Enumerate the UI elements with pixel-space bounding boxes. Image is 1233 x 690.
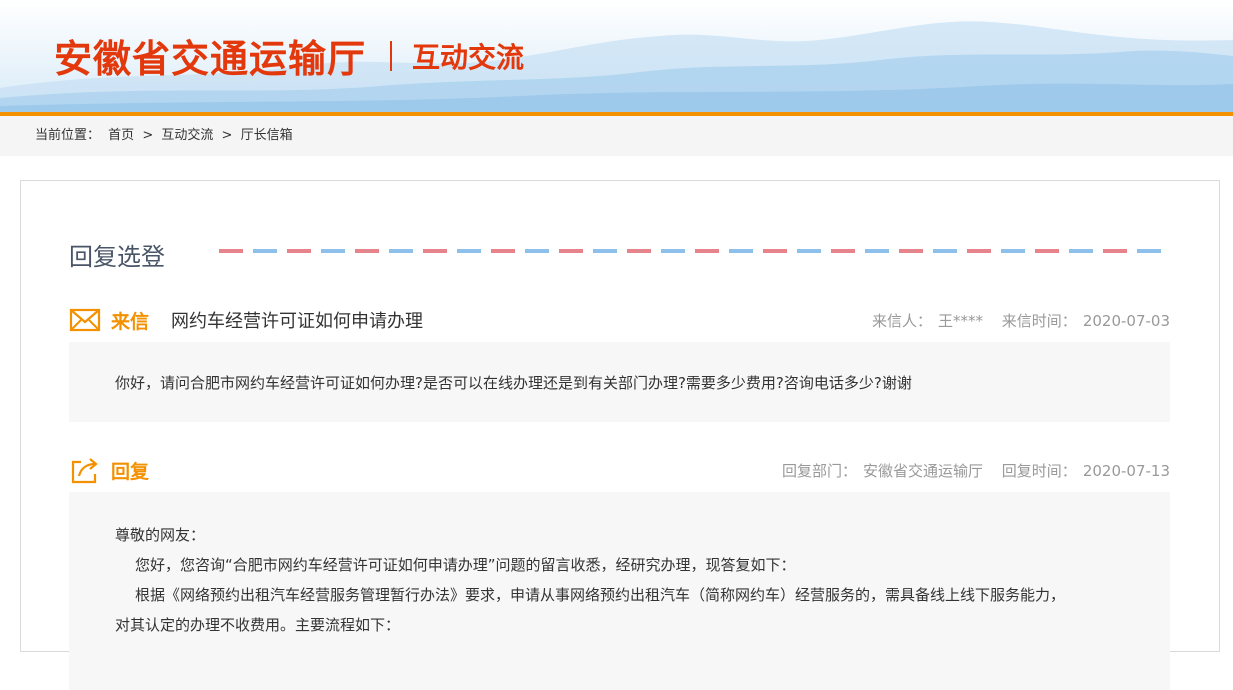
header-banner: 安徽省交通运输厅 互动交流 xyxy=(0,0,1233,116)
reply-dept: 安徽省交通运输厅 xyxy=(863,461,984,480)
reply-time-label: 回复时间： xyxy=(1001,461,1077,480)
breadcrumb-prefix: 当前位置： xyxy=(35,128,101,143)
letter-subject: 网约车经营许可证如何申请办理 xyxy=(171,311,424,332)
reply-paragraph: 您好，您咨询“合肥市网约车经营许可证如何申请办理”问题的留言收悉，经研究办理，现… xyxy=(135,556,796,574)
sender-name: 王**** xyxy=(938,311,984,330)
mail-stripe-divider xyxy=(219,249,1165,253)
breadcrumb-separator: > xyxy=(142,128,154,143)
reply-paragraph: 对其认定的办理不收费用。主要流程如下： xyxy=(115,616,401,634)
reply-header: 回复 回复部门： 安徽省交通运输厅 回复时间： 2020-07-13 xyxy=(69,455,1170,485)
sender-label: 来信人： xyxy=(871,311,932,330)
envelope-icon xyxy=(69,308,101,332)
org-name: 安徽省交通运输厅 xyxy=(54,37,367,81)
section-title: 回复选登 xyxy=(69,243,165,271)
reply-paragraph: 根据《网络预约出租汽车经营服务管理暂行办法》要求，申请从事网络预约出租汽车（简称… xyxy=(135,586,1066,604)
breadcrumb-interaction[interactable]: 互动交流 xyxy=(161,128,213,143)
breadcrumb-home[interactable]: 首页 xyxy=(108,128,134,143)
site-brand[interactable]: 安徽省交通运输厅 互动交流 xyxy=(54,28,524,83)
share-reply-icon xyxy=(71,458,98,484)
letter-tag: 来信 xyxy=(111,310,150,333)
letter-text: 你好，请问合肥市网约车经营许可证如何办理?是否可以在线办理还是到有关部门办理?需… xyxy=(115,374,912,392)
breadcrumb-director-mailbox[interactable]: 厅长信箱 xyxy=(241,128,293,143)
letter-header: 来信 网约车经营许可证如何申请办理 来信人： 王**** 来信时间： 2020-07… xyxy=(69,305,1170,335)
breadcrumb-separator: > xyxy=(221,128,233,143)
reply-body: 尊敬的网友： 您好，您咨询“合肥市网约车经营许可证如何申请办理”问题的留言收悉，… xyxy=(69,492,1170,690)
section-name: 互动交流 xyxy=(412,40,525,74)
letter-meta: 来信人： 王**** 来信时间： 2020-07-03 xyxy=(866,310,1170,331)
letter-time-label: 来信时间： xyxy=(1001,311,1077,330)
reply-greeting: 尊敬的网友： xyxy=(115,526,206,544)
letter-body: 你好，请问合肥市网约车经营许可证如何办理?是否可以在线办理还是到有关部门办理?需… xyxy=(69,342,1170,422)
reply-tag: 回复 xyxy=(111,460,150,483)
breadcrumb: 当前位置： 首页 > 互动交流 > 厅长信箱 xyxy=(0,116,1233,156)
reply-meta: 回复部门： 安徽省交通运输厅 回复时间： 2020-07-13 xyxy=(776,460,1170,481)
brand-divider xyxy=(390,40,393,71)
reply-dept-label: 回复部门： xyxy=(781,461,857,480)
reply-time: 2020-07-13 xyxy=(1082,461,1170,480)
reply-panel: 回复选登 来信 网约车经营许可证如何申请办理 来信人： 王**** 来信时间： 20… xyxy=(20,180,1220,690)
letter-time: 2020-07-03 xyxy=(1082,311,1170,330)
